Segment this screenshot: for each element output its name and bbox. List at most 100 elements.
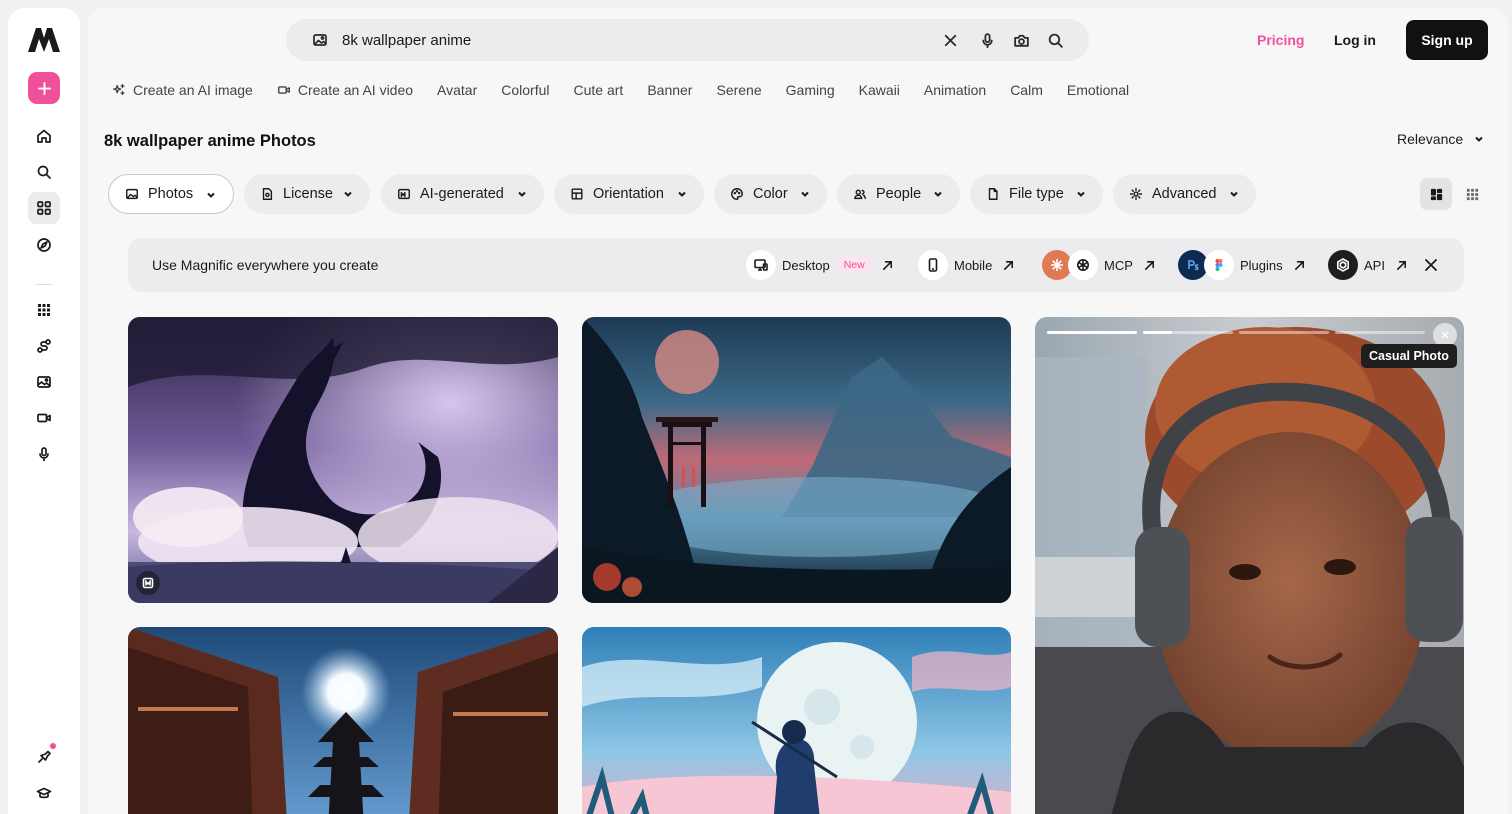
result-card[interactable] [128, 317, 558, 603]
chip-cute-art[interactable]: Cute art [574, 82, 624, 98]
chip-label: Create an AI image [133, 82, 253, 98]
sidebar-item-explore[interactable] [28, 229, 60, 261]
chip-label: Calm [1010, 82, 1043, 98]
filter-file-type[interactable]: File type [970, 174, 1103, 214]
sidebar-item-workflows[interactable] [28, 330, 60, 362]
ai-image-icon [142, 577, 154, 589]
grid-icon [37, 201, 51, 215]
arrow-up-right-icon [1396, 260, 1406, 270]
chip-animation[interactable]: Animation [924, 82, 986, 98]
chip-avatar[interactable]: Avatar [437, 82, 477, 98]
sort-dropdown[interactable]: Relevance [1397, 131, 1485, 147]
image-edit-icon [37, 376, 51, 388]
story-progress-1 [1047, 331, 1137, 334]
chip-kawaii[interactable]: Kawaii [859, 82, 900, 98]
sidebar-item-audio[interactable] [28, 438, 60, 470]
sidebar-item-learn[interactable] [28, 777, 60, 809]
banner-item-label: MCP [1104, 257, 1133, 273]
notification-icon [38, 750, 51, 763]
pagoda-street-artwork-image [128, 627, 558, 814]
clear-search-button[interactable] [940, 30, 960, 50]
filter-color[interactable]: Color [714, 174, 827, 214]
banner-item-label: Plugins [1240, 257, 1283, 273]
card-tooltip: Casual Photo [1361, 344, 1457, 368]
workflow-icon [37, 339, 51, 353]
chip-calm[interactable]: Calm [1010, 82, 1043, 98]
chip-gaming[interactable]: Gaming [786, 82, 835, 98]
sidebar-item-video[interactable] [28, 402, 60, 434]
story-progress-4 [1335, 331, 1425, 334]
close-icon [944, 34, 956, 46]
result-card[interactable] [582, 317, 1011, 603]
search-bar [286, 19, 1089, 61]
page-title: 8k wallpaper anime Photos [104, 132, 316, 150]
filter-advanced[interactable]: Advanced [1113, 174, 1256, 214]
pricing-link[interactable]: Pricing [1257, 32, 1304, 48]
chip-colorful[interactable]: Colorful [501, 82, 549, 98]
masonry-view-button[interactable] [1420, 178, 1452, 210]
chip-label: Kawaii [858, 82, 900, 98]
sidebar-item-image-editor[interactable] [28, 366, 60, 398]
banner-plugins-link[interactable]: Plugins [1178, 249, 1306, 281]
chip-serene[interactable]: Serene [716, 82, 761, 98]
filter-label: AI-generated [420, 186, 504, 202]
grid-icon [1466, 188, 1478, 200]
signup-button[interactable]: Sign up [1406, 20, 1488, 60]
banner-item-label: API [1364, 257, 1385, 273]
filter-label: Color [753, 186, 788, 202]
ai-generated-badge [136, 571, 160, 595]
file-icon [988, 188, 998, 200]
figma-icon [1204, 250, 1234, 280]
chip-banner[interactable]: Banner [647, 82, 692, 98]
login-link[interactable]: Log in [1334, 32, 1376, 48]
create-button[interactable] [28, 72, 60, 104]
camera-search-button[interactable] [1011, 30, 1031, 50]
chevron-down-icon [934, 191, 942, 197]
torii-gate-artwork-image [582, 317, 1011, 603]
banner-close-button[interactable] [1424, 249, 1438, 281]
voice-search-button[interactable] [977, 30, 997, 50]
search-input[interactable] [342, 27, 922, 53]
result-card[interactable]: Casual Photo [1035, 317, 1464, 814]
filter-photos[interactable]: Photos [108, 174, 234, 214]
result-card[interactable] [582, 627, 1011, 814]
desktop-icon [746, 250, 776, 280]
filter-license[interactable]: License [244, 174, 370, 214]
filter-label: People [876, 186, 922, 202]
ai-image-icon [398, 188, 410, 200]
gear-icon [1129, 187, 1143, 201]
main-panel: Pricing Log in Sign up Create an AI imag… [88, 8, 1508, 814]
openai-icon [1068, 250, 1098, 280]
compass-icon [37, 238, 51, 252]
suggestion-chips: Create an AI image Create an AI video Av… [112, 80, 1153, 100]
chip-label: Create an AI video [297, 82, 414, 98]
arrow-up-right-icon [1004, 260, 1014, 270]
banner-mcp-link[interactable]: MCP [1042, 249, 1156, 281]
sidebar-item-notifications[interactable] [28, 741, 60, 773]
arrow-up-right-icon [1144, 260, 1154, 270]
result-card[interactable] [128, 627, 558, 814]
story-progress-3 [1239, 331, 1329, 334]
banner-text: Use Magnific everywhere you create [152, 257, 379, 273]
sidebar-item-browse[interactable] [28, 192, 60, 224]
sidebar-item-apps[interactable] [28, 294, 60, 326]
filter-people[interactable]: People [837, 174, 960, 214]
sidebar-item-search[interactable] [28, 156, 60, 188]
sidebar-item-home[interactable] [28, 120, 60, 152]
plus-icon [37, 81, 51, 95]
logo-icon[interactable] [26, 26, 62, 54]
search-submit-button[interactable] [1045, 30, 1065, 50]
chevron-down-icon [1230, 191, 1238, 197]
banner-mobile-link[interactable]: Mobile [918, 249, 1015, 281]
chip-emotional[interactable]: Emotional [1067, 82, 1129, 98]
banner-desktop-link[interactable]: Desktop New [746, 249, 894, 281]
chip-create-ai-video[interactable]: Create an AI video [277, 82, 413, 98]
license-icon [262, 188, 273, 200]
chip-create-ai-image[interactable]: Create an AI image [112, 82, 253, 98]
grid-view-button[interactable] [1456, 178, 1488, 210]
filter-label: Advanced [1152, 186, 1217, 202]
filter-orientation[interactable]: Orientation [554, 174, 704, 214]
video-icon [277, 86, 290, 94]
filter-ai-generated[interactable]: AI-generated [381, 174, 544, 214]
banner-api-link[interactable]: API [1328, 249, 1408, 281]
